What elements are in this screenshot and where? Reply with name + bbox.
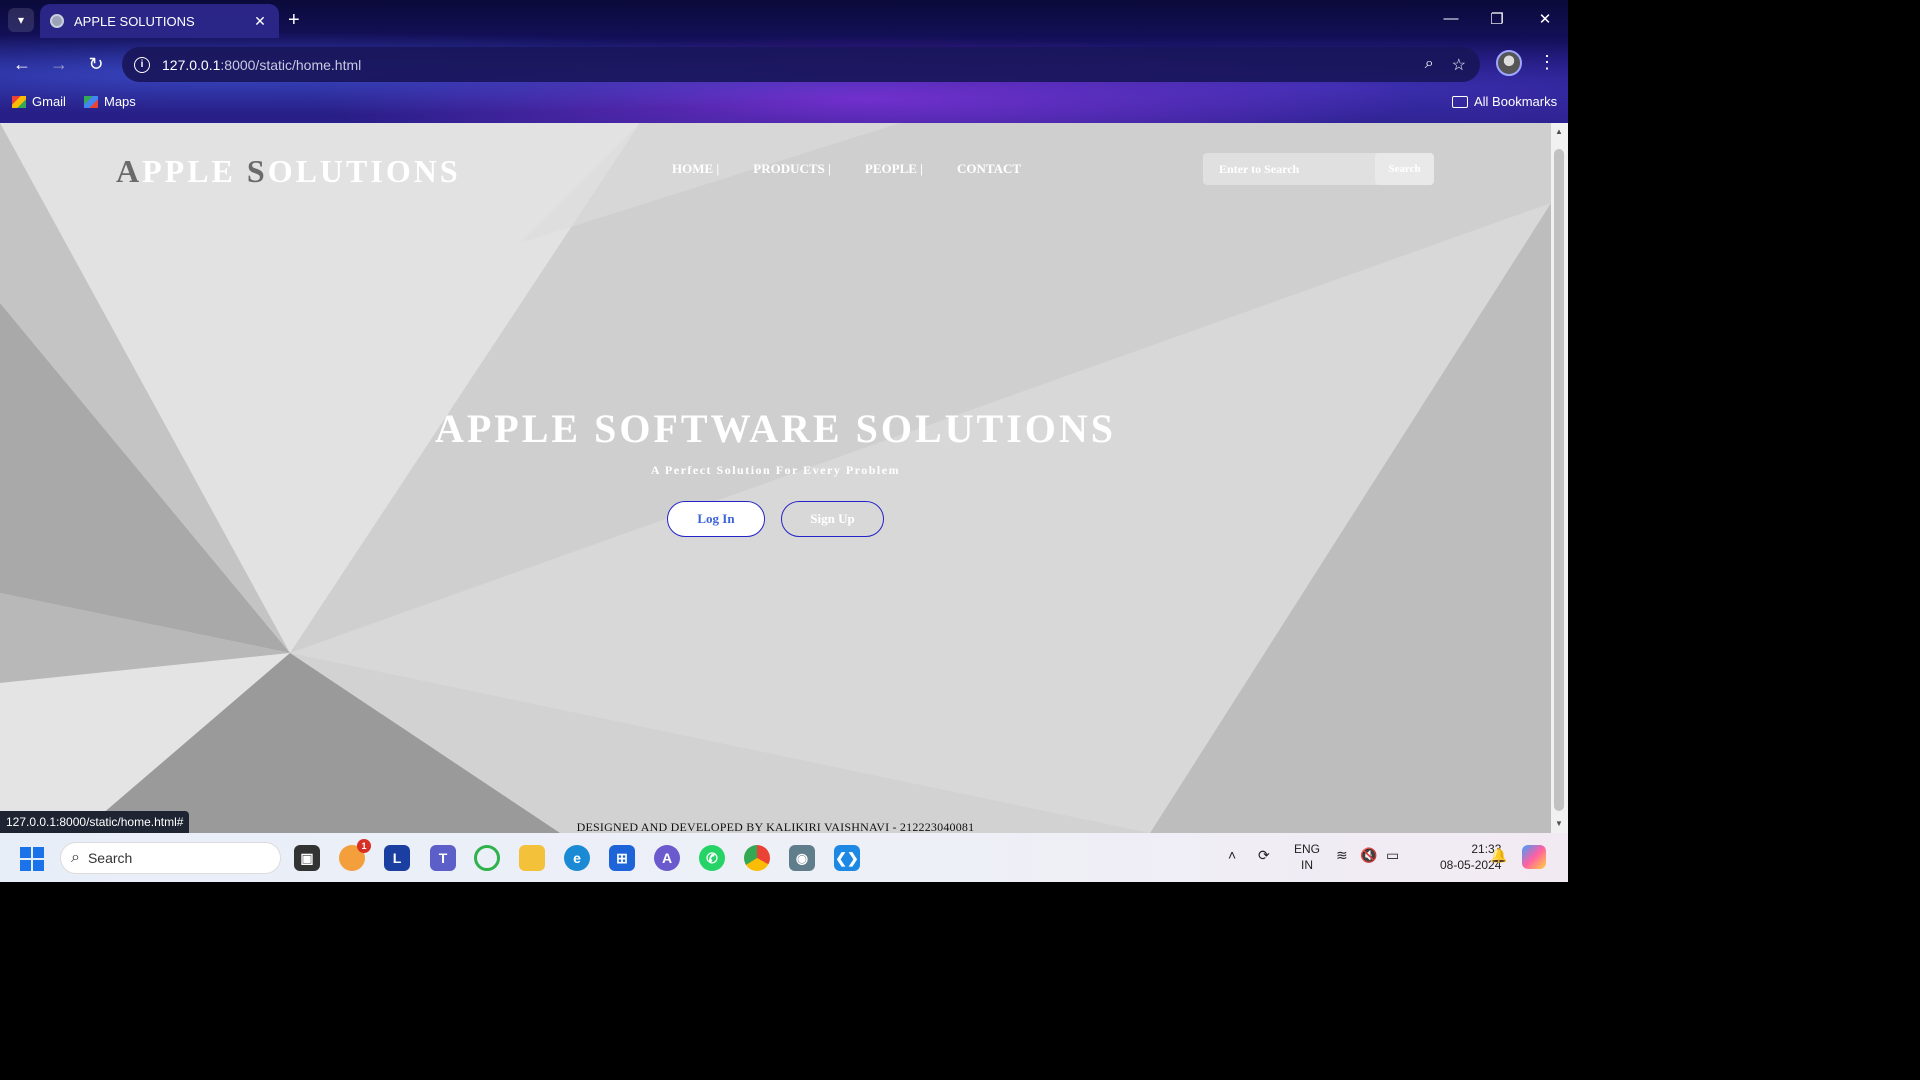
bookmark-star-icon[interactable]: ☆ <box>1452 55 1466 75</box>
site-logo-s: S <box>246 153 268 189</box>
show-hidden-icons[interactable]: ˄ <box>1228 847 1236 863</box>
site-nav: HOME | PRODUCTS | PEOPLE | CONTACT <box>672 161 1021 177</box>
chrome-icon[interactable] <box>744 845 770 871</box>
scroll-up-icon[interactable]: ▲ <box>1555 127 1563 136</box>
nav-products[interactable]: PRODUCTS | <box>753 161 831 177</box>
bookmark-maps-label: Maps <box>104 94 136 109</box>
all-bookmarks-label: All Bookmarks <box>1474 94 1558 109</box>
nav-people[interactable]: PEOPLE | <box>865 161 923 177</box>
windows-start-icon[interactable] <box>20 847 44 871</box>
browser-chrome: ▾ APPLE SOLUTIONS ✕ + — ❐ ✕ ← → ↻ i 127.… <box>0 0 1568 123</box>
page-scrollbar[interactable]: ▲ ▼ <box>1551 123 1568 833</box>
file-explorer-icon[interactable] <box>519 845 545 871</box>
site-info-icon[interactable]: i <box>134 56 150 73</box>
all-bookmarks-button[interactable]: All Bookmarks <box>1452 94 1557 109</box>
site-logo-rest: OLUTIONS <box>267 153 461 189</box>
url-host: 127.0.0.1 <box>162 56 221 73</box>
site-logo-a: A <box>116 153 143 189</box>
bookmarks-bar: Gmail Maps All Bookmarks <box>0 90 1568 116</box>
site-search: Search <box>1203 153 1434 185</box>
edge-icon[interactable]: e <box>564 845 590 871</box>
signup-button[interactable]: Sign Up <box>781 501 884 537</box>
maps-icon <box>84 95 98 108</box>
wifi-icon[interactable]: ≋ <box>1336 847 1348 863</box>
status-bar-url: 127.0.0.1:8000/static/home.html# <box>0 811 190 833</box>
background-image <box>0 123 1551 833</box>
site-logo-pple: PPLE <box>142 153 247 189</box>
tab-active[interactable]: APPLE SOLUTIONS ✕ <box>40 4 279 38</box>
scrollbar-thumb[interactable] <box>1554 149 1564 811</box>
site-logo[interactable]: APPLE SOLUTIONS <box>116 153 461 190</box>
folder-icon <box>1452 95 1468 108</box>
sync-tray-icon[interactable]: ⟳ <box>1258 847 1270 863</box>
store-icon[interactable]: ⊞ <box>609 845 635 871</box>
new-tab-button[interactable]: + <box>288 9 300 31</box>
notification-badge: 1 <box>357 839 371 853</box>
lens-app-icon[interactable]: L <box>384 845 410 871</box>
hero-subtitle: A Perfect Solution For Every Problem <box>650 463 901 477</box>
camera-icon[interactable]: ◉ <box>789 845 815 871</box>
url-path: :8000/static/home.html <box>220 56 362 73</box>
globe-icon <box>50 14 64 28</box>
forward-button[interactable]: → <box>46 52 72 76</box>
taskbar-search[interactable]: ⌕ Search <box>60 842 281 874</box>
restore-button[interactable]: ❐ <box>1482 10 1512 28</box>
volume-muted-icon[interactable]: 🔇 <box>1360 847 1377 863</box>
bookmark-gmail-label: Gmail <box>32 94 66 109</box>
site-footer: DESIGNED AND DEVELOPED BY KALIKIRI VAISH… <box>576 820 975 833</box>
battery-icon[interactable]: ▭ <box>1386 847 1399 863</box>
language-indicator[interactable]: ENG IN <box>1294 841 1320 873</box>
weather-app-icon[interactable]: 1 <box>339 839 371 871</box>
profile-avatar[interactable] <box>1496 50 1522 76</box>
copilot-icon[interactable] <box>1522 845 1546 869</box>
sync-app-icon[interactable] <box>474 845 500 871</box>
hero-title: APPLE SOFTWARE SOLUTIONS <box>434 406 1117 451</box>
minimize-button[interactable]: — <box>1436 10 1466 27</box>
address-bar[interactable]: i 127.0.0.1 :8000/static/home.html ⌕ ☆ <box>122 47 1480 82</box>
zoom-icon[interactable]: ⌕ <box>1425 55 1434 75</box>
back-button[interactable]: ← <box>9 52 35 76</box>
taskbar-search-label: Search <box>87 850 133 866</box>
notification-bell-icon[interactable]: 🔔 <box>1490 847 1507 863</box>
tab-title: APPLE SOLUTIONS <box>74 13 195 29</box>
bookmark-maps[interactable]: Maps <box>84 94 136 109</box>
browser-toolbar: ← → ↻ i 127.0.0.1 :8000/static/home.html… <box>0 44 1568 84</box>
copilot-app-icon[interactable]: A <box>654 845 680 871</box>
tab-search-button[interactable]: ▾ <box>8 8 34 32</box>
tab-bar: ▾ APPLE SOLUTIONS ✕ + — ❐ ✕ <box>0 0 1568 40</box>
language-label: ENG <box>1294 842 1321 856</box>
close-tab-icon[interactable]: ✕ <box>251 13 269 30</box>
nav-contact[interactable]: CONTACT <box>957 161 1021 177</box>
nav-home[interactable]: HOME | <box>672 161 719 177</box>
gmail-icon <box>12 95 26 108</box>
region-label: IN <box>1301 858 1313 872</box>
bookmark-gmail[interactable]: Gmail <box>12 94 66 109</box>
vscode-icon[interactable]: ❮❯ <box>834 845 860 871</box>
task-view-icon[interactable]: ▣ <box>294 845 320 871</box>
site-search-input[interactable] <box>1203 153 1375 185</box>
teams-icon[interactable]: T <box>430 845 456 871</box>
login-button[interactable]: Log In <box>667 501 765 537</box>
browser-menu-icon[interactable]: ⋮ <box>1538 52 1556 73</box>
reload-button[interactable]: ↻ <box>83 52 109 76</box>
scroll-down-icon[interactable]: ▼ <box>1555 819 1563 828</box>
close-window-button[interactable]: ✕ <box>1530 10 1560 28</box>
search-icon: ⌕ <box>71 849 80 866</box>
whatsapp-icon[interactable]: ✆ <box>699 845 725 871</box>
site-search-button[interactable]: Search <box>1375 153 1434 185</box>
windows-taskbar: ⌕ Search ▣ 1 L T e ⊞ A ✆ ◉ ❮❯ ˄ ⟳ ENG IN… <box>0 833 1568 882</box>
page-viewport: APPLE SOLUTIONS HOME | PRODUCTS | PEOPLE… <box>0 123 1568 833</box>
